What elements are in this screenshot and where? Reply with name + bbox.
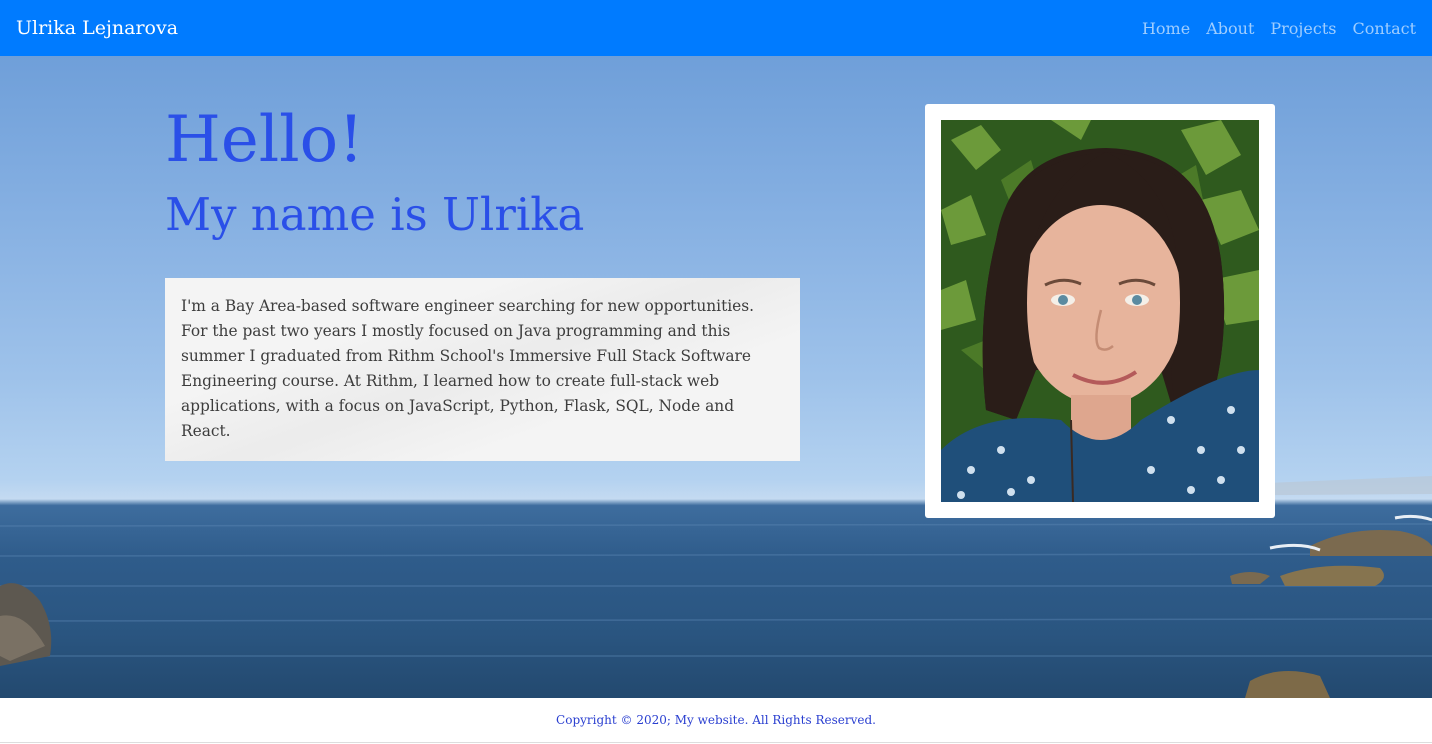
nav-link-projects[interactable]: Projects bbox=[1262, 19, 1344, 38]
footer: Copyright © 2020; My website. All Rights… bbox=[0, 698, 1432, 743]
bio-text: I'm a Bay Area-based software engineer s… bbox=[165, 278, 800, 461]
brand-link[interactable]: Ulrika Lejnarova bbox=[16, 17, 178, 39]
profile-photo-frame bbox=[925, 104, 1275, 518]
profile-photo bbox=[941, 120, 1259, 502]
hero-subtitle: My name is Ulrika bbox=[165, 188, 585, 241]
nav-link-about[interactable]: About bbox=[1198, 19, 1262, 38]
hero-greeting: Hello! bbox=[165, 103, 364, 177]
nav-links: Home About Projects Contact bbox=[1134, 19, 1416, 38]
navbar: Ulrika Lejnarova Home About Projects Con… bbox=[0, 0, 1432, 56]
nav-link-home[interactable]: Home bbox=[1134, 19, 1198, 38]
nav-link-contact[interactable]: Contact bbox=[1344, 19, 1416, 38]
hero-section: Hello! My name is Ulrika I'm a Bay Area-… bbox=[0, 56, 1432, 698]
footer-copyright: Copyright © 2020; My website. All Rights… bbox=[556, 713, 876, 727]
